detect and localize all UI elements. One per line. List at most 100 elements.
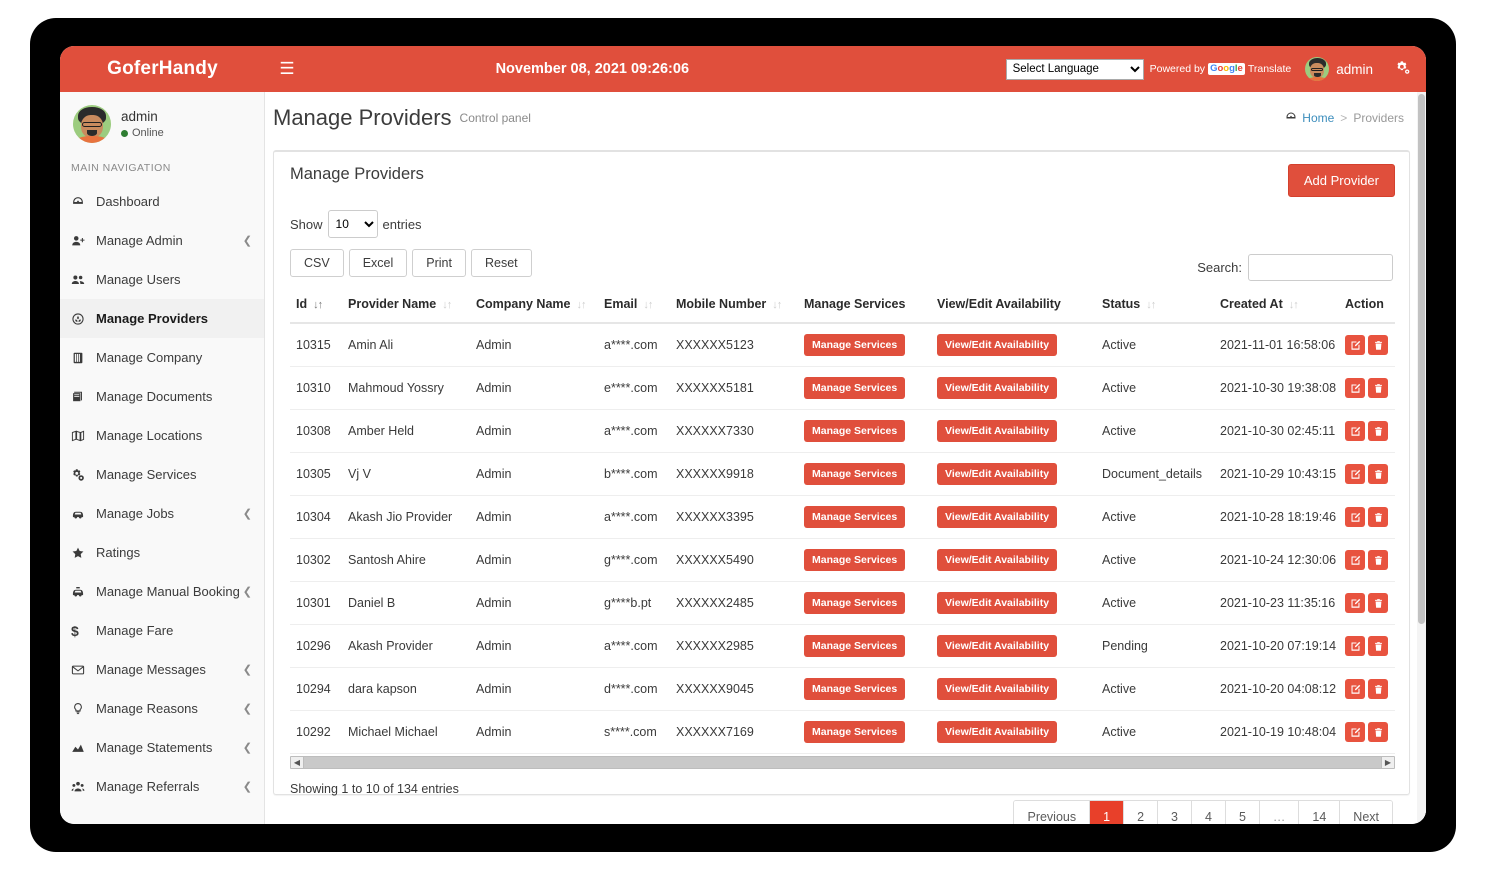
sidebar-item-manage-manual-booking[interactable]: Manage Manual Booking ❮ — [60, 572, 264, 611]
column-header-mobile-number[interactable]: Mobile Number ↓↑ — [670, 291, 798, 324]
manage-services-button[interactable]: Manage Services — [804, 506, 906, 528]
gear-cogs-icon[interactable] — [1395, 60, 1410, 79]
view-edit-availability-button[interactable]: View/Edit Availability — [937, 506, 1058, 528]
manage-services-button[interactable]: Manage Services — [804, 635, 906, 657]
scroll-left-arrow-icon[interactable]: ◀ — [291, 757, 304, 768]
column-header-id[interactable]: Id ↓↑ — [290, 291, 342, 324]
print-export-button[interactable]: Print — [412, 249, 466, 277]
excel-export-button[interactable]: Excel — [348, 249, 408, 277]
sidebar-item-manage-admin[interactable]: Manage Admin ❮ — [60, 221, 264, 260]
sidebar-item-manage-statements[interactable]: Manage Statements ❮ — [60, 728, 264, 767]
manage-services-button[interactable]: Manage Services — [804, 721, 906, 743]
trash-icon[interactable] — [1368, 636, 1388, 656]
pagination-page-1[interactable]: 1 — [1090, 801, 1125, 824]
trash-icon[interactable] — [1368, 593, 1388, 613]
edit-pencil-icon[interactable] — [1345, 335, 1365, 355]
edit-pencil-icon[interactable] — [1345, 636, 1365, 656]
building-icon — [71, 351, 96, 365]
scroll-right-arrow-icon[interactable]: ▶ — [1381, 757, 1394, 768]
manage-services-button[interactable]: Manage Services — [804, 334, 906, 356]
pagination-page-2[interactable]: 2 — [1124, 801, 1159, 824]
reset-export-button[interactable]: Reset — [470, 249, 532, 277]
cell-created-at: 2021-10-24 12:30:06 — [1214, 538, 1339, 582]
sidebar-item-manage-reasons[interactable]: Manage Reasons ❮ — [60, 689, 264, 728]
sidebar-item-manage-referrals[interactable]: Manage Referrals ❮ — [60, 767, 264, 806]
column-header-email[interactable]: Email ↓↑ — [598, 291, 670, 324]
providers-table: Id ↓↑ Provider Name ↓↑ Company Name ↓↑ Email ↓↑… — [290, 291, 1395, 754]
view-edit-availability-button[interactable]: View/Edit Availability — [937, 463, 1058, 485]
trash-icon[interactable] — [1368, 378, 1388, 398]
entries-label: entries — [382, 216, 422, 232]
manage-services-button[interactable]: Manage Services — [804, 678, 906, 700]
view-edit-availability-button[interactable]: View/Edit Availability — [937, 592, 1058, 614]
page-scrollbar[interactable] — [1417, 92, 1426, 824]
edit-pencil-icon[interactable] — [1345, 593, 1365, 613]
pagination-page-5[interactable]: 5 — [1225, 801, 1260, 824]
view-edit-availability-button[interactable]: View/Edit Availability — [937, 549, 1058, 571]
manage-services-button[interactable]: Manage Services — [804, 377, 906, 399]
trash-icon[interactable] — [1368, 464, 1388, 484]
pagination-page-3[interactable]: 3 — [1158, 801, 1192, 824]
navbar-user-menu[interactable]: admin — [1305, 57, 1373, 81]
view-edit-availability-button[interactable]: View/Edit Availability — [937, 721, 1058, 743]
entries-length-select[interactable]: 102550100 — [327, 210, 378, 238]
sidebar-item-ratings[interactable]: Ratings — [60, 533, 264, 572]
csv-export-button[interactable]: CSV — [290, 249, 344, 277]
sidebar-item-label: Manage Company — [96, 350, 203, 365]
view-edit-availability-button[interactable]: View/Edit Availability — [937, 635, 1058, 657]
sidebar-item-manage-providers[interactable]: Manage Providers — [60, 299, 264, 338]
cell-manage-services: Manage Services — [798, 624, 931, 668]
pagination-next[interactable]: Next — [1340, 801, 1392, 824]
trash-icon[interactable] — [1368, 507, 1388, 527]
pagination-page-14[interactable]: 14 — [1299, 801, 1341, 824]
search-input[interactable] — [1248, 254, 1393, 281]
edit-pencil-icon[interactable] — [1345, 550, 1365, 570]
edit-pencil-icon[interactable] — [1345, 464, 1365, 484]
sidebar-item-dashboard[interactable]: Dashboard — [60, 182, 264, 221]
column-header-created-at[interactable]: Created At ↓↑ — [1214, 291, 1339, 324]
sidebar-item-manage-fare[interactable]: $ Manage Fare — [60, 611, 264, 650]
edit-pencil-icon[interactable] — [1345, 722, 1365, 742]
pagination-previous[interactable]: Previous — [1014, 801, 1091, 824]
sidebar-user-panel[interactable]: admin Online — [60, 92, 264, 156]
sidebar-item-label: Manage Services — [96, 467, 197, 482]
view-edit-availability-button[interactable]: View/Edit Availability — [937, 678, 1058, 700]
pagination-page-4[interactable]: 4 — [1191, 801, 1226, 824]
sidebar-item-manage-company[interactable]: Manage Company — [60, 338, 264, 377]
view-edit-availability-button[interactable]: View/Edit Availability — [937, 377, 1058, 399]
cell-id: 10310 — [290, 366, 342, 410]
language-select[interactable]: Select Language — [1005, 58, 1144, 80]
manage-services-button[interactable]: Manage Services — [804, 463, 906, 485]
sidebar-item-manage-documents[interactable]: Manage Documents — [60, 377, 264, 416]
trash-icon[interactable] — [1368, 722, 1388, 742]
view-edit-availability-button[interactable]: View/Edit Availability — [937, 334, 1058, 356]
horizontal-scrollbar[interactable]: ◀ ▶ — [290, 756, 1395, 769]
page-scrollbar-thumb[interactable] — [1418, 94, 1425, 624]
view-edit-availability-button[interactable]: View/Edit Availability — [937, 420, 1058, 442]
trash-icon[interactable] — [1368, 421, 1388, 441]
hamburger-icon[interactable]: ☰ — [265, 46, 309, 92]
add-provider-button[interactable]: Add Provider — [1287, 164, 1395, 197]
sidebar-item-manage-jobs[interactable]: Manage Jobs ❮ — [60, 494, 264, 533]
edit-pencil-icon[interactable] — [1345, 421, 1365, 441]
trash-icon[interactable] — [1368, 550, 1388, 570]
edit-pencil-icon[interactable] — [1345, 679, 1365, 699]
sidebar-item-manage-services[interactable]: Manage Services — [60, 455, 264, 494]
cell-availability: View/Edit Availability — [931, 366, 1096, 410]
sidebar-item-manage-messages[interactable]: Manage Messages ❮ — [60, 650, 264, 689]
manage-services-button[interactable]: Manage Services — [804, 420, 906, 442]
sidebar-item-manage-locations[interactable]: Manage Locations — [60, 416, 264, 455]
breadcrumb-home-link[interactable]: Home — [1285, 111, 1334, 126]
column-header-company-name[interactable]: Company Name ↓↑ — [470, 291, 598, 324]
cell-status: Active — [1096, 366, 1214, 410]
column-header-status[interactable]: Status ↓↑ — [1096, 291, 1214, 324]
manage-services-button[interactable]: Manage Services — [804, 549, 906, 571]
manage-services-button[interactable]: Manage Services — [804, 592, 906, 614]
brand-logo[interactable]: GoferHandy — [60, 46, 265, 92]
sidebar-item-manage-users[interactable]: Manage Users — [60, 260, 264, 299]
trash-icon[interactable] — [1368, 679, 1388, 699]
column-header-provider-name[interactable]: Provider Name ↓↑ — [342, 291, 470, 324]
edit-pencil-icon[interactable] — [1345, 507, 1365, 527]
edit-pencil-icon[interactable] — [1345, 378, 1365, 398]
trash-icon[interactable] — [1368, 335, 1388, 355]
